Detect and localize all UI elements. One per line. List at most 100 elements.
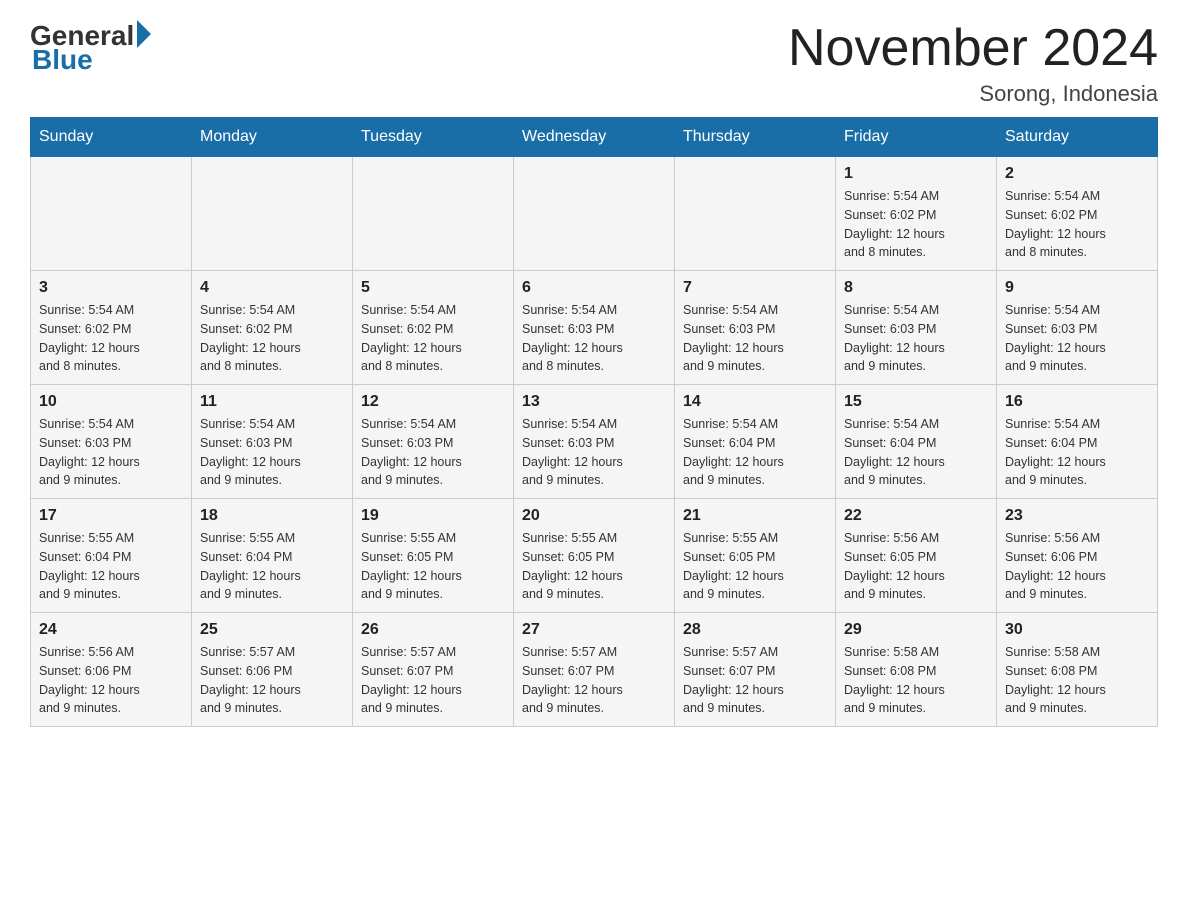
- day-info: Sunrise: 5:58 AM Sunset: 6:08 PM Dayligh…: [844, 643, 988, 718]
- day-info: Sunrise: 5:55 AM Sunset: 6:04 PM Dayligh…: [200, 529, 344, 604]
- day-number: 14: [683, 393, 827, 411]
- calendar-table: Sunday Monday Tuesday Wednesday Thursday…: [30, 117, 1158, 727]
- col-tuesday: Tuesday: [353, 118, 514, 157]
- day-info: Sunrise: 5:54 AM Sunset: 6:03 PM Dayligh…: [361, 415, 505, 490]
- table-row: 29Sunrise: 5:58 AM Sunset: 6:08 PM Dayli…: [836, 613, 997, 727]
- table-row: 30 Sunrise: 5:58 AM Sunset: 6:08 PM Dayli…: [997, 613, 1158, 727]
- day-number: 18: [200, 507, 344, 525]
- day-number: 4: [200, 279, 344, 297]
- month-year-title: November 2024: [788, 20, 1158, 77]
- page-header: General Blue November 2024 Sorong, Indon…: [30, 20, 1158, 107]
- table-row: [514, 157, 675, 271]
- day-number: 7: [683, 279, 827, 297]
- day-number: 6: [522, 279, 666, 297]
- table-row: 23 Sunrise: 5:56 AM Sunset: 6:06 PM Dayli…: [997, 499, 1158, 613]
- table-row: 8 Sunrise: 5:54 AM Sunset: 6:03 PM Daylig…: [836, 271, 997, 385]
- table-row: 14 Sunrise: 5:54 AM Sunset: 6:04 PM Dayli…: [675, 385, 836, 499]
- calendar-week-row: 1 Sunrise: 5:54 AM Sunset: 6:02 PM Daylig…: [31, 157, 1158, 271]
- day-number: 3: [39, 279, 183, 297]
- table-row: 10Sunrise: 5:54 AM Sunset: 6:03 PM Dayli…: [31, 385, 192, 499]
- table-row: 16 Sunrise: 5:54 AM Sunset: 6:04 PM Dayli…: [997, 385, 1158, 499]
- logo-blue-text: Blue: [30, 44, 93, 76]
- table-row: 5Sunrise: 5:54 AM Sunset: 6:02 PM Daylig…: [353, 271, 514, 385]
- day-number: 20: [522, 507, 666, 525]
- day-number: 16: [1005, 393, 1149, 411]
- col-wednesday: Wednesday: [514, 118, 675, 157]
- table-row: 9 Sunrise: 5:54 AM Sunset: 6:03 PM Daylig…: [997, 271, 1158, 385]
- day-number: 24: [39, 621, 183, 639]
- title-section: November 2024 Sorong, Indonesia: [788, 20, 1158, 107]
- day-info: Sunrise: 5:55 AM Sunset: 6:05 PM Dayligh…: [522, 529, 666, 604]
- day-number: 15: [844, 393, 988, 411]
- day-number: 26: [361, 621, 505, 639]
- table-row: 15Sunrise: 5:54 AM Sunset: 6:04 PM Dayli…: [836, 385, 997, 499]
- table-row: 1 Sunrise: 5:54 AM Sunset: 6:02 PM Daylig…: [836, 157, 997, 271]
- table-row: 26 Sunrise: 5:57 AM Sunset: 6:07 PM Dayli…: [353, 613, 514, 727]
- table-row: 3 Sunrise: 5:54 AM Sunset: 6:02 PM Daylig…: [31, 271, 192, 385]
- table-row: 20 Sunrise: 5:55 AM Sunset: 6:05 PM Dayli…: [514, 499, 675, 613]
- day-info: Sunrise: 5:54 AM Sunset: 6:04 PM Dayligh…: [683, 415, 827, 490]
- table-row: 6 Sunrise: 5:54 AM Sunset: 6:03 PM Daylig…: [514, 271, 675, 385]
- day-info: Sunrise: 5:54 AM Sunset: 6:02 PM Dayligh…: [200, 301, 344, 376]
- table-row: [675, 157, 836, 271]
- logo: General Blue: [30, 20, 151, 76]
- day-info: Sunrise: 5:57 AM Sunset: 6:06 PM Dayligh…: [200, 643, 344, 718]
- table-row: 17 Sunrise: 5:55 AM Sunset: 6:04 PM Dayli…: [31, 499, 192, 613]
- col-friday: Friday: [836, 118, 997, 157]
- location-subtitle: Sorong, Indonesia: [788, 81, 1158, 107]
- table-row: 27 Sunrise: 5:57 AM Sunset: 6:07 PM Dayli…: [514, 613, 675, 727]
- day-number: 17: [39, 507, 183, 525]
- day-number: 30: [1005, 621, 1149, 639]
- table-row: 25 Sunrise: 5:57 AM Sunset: 6:06 PM Dayli…: [192, 613, 353, 727]
- table-row: 4 Sunrise: 5:54 AM Sunset: 6:02 PM Daylig…: [192, 271, 353, 385]
- day-number: 2: [1005, 165, 1149, 183]
- day-info: Sunrise: 5:56 AM Sunset: 6:06 PM Dayligh…: [39, 643, 183, 718]
- day-info: Sunrise: 5:54 AM Sunset: 6:03 PM Dayligh…: [200, 415, 344, 490]
- table-row: 2 Sunrise: 5:54 AM Sunset: 6:02 PM Daylig…: [997, 157, 1158, 271]
- day-number: 9: [1005, 279, 1149, 297]
- calendar-week-row: 3 Sunrise: 5:54 AM Sunset: 6:02 PM Daylig…: [31, 271, 1158, 385]
- day-info: Sunrise: 5:54 AM Sunset: 6:02 PM Dayligh…: [361, 301, 505, 376]
- calendar-header-row: Sunday Monday Tuesday Wednesday Thursday…: [31, 118, 1158, 157]
- table-row: 13 Sunrise: 5:54 AM Sunset: 6:03 PM Dayli…: [514, 385, 675, 499]
- calendar-week-row: 17 Sunrise: 5:55 AM Sunset: 6:04 PM Dayli…: [31, 499, 1158, 613]
- day-info: Sunrise: 5:54 AM Sunset: 6:03 PM Dayligh…: [522, 301, 666, 376]
- col-saturday: Saturday: [997, 118, 1158, 157]
- day-number: 8: [844, 279, 988, 297]
- table-row: 12 Sunrise: 5:54 AM Sunset: 6:03 PM Dayli…: [353, 385, 514, 499]
- day-number: 25: [200, 621, 344, 639]
- day-info: Sunrise: 5:55 AM Sunset: 6:04 PM Dayligh…: [39, 529, 183, 604]
- day-info: Sunrise: 5:57 AM Sunset: 6:07 PM Dayligh…: [361, 643, 505, 718]
- day-info: Sunrise: 5:56 AM Sunset: 6:05 PM Dayligh…: [844, 529, 988, 604]
- day-info: Sunrise: 5:57 AM Sunset: 6:07 PM Dayligh…: [683, 643, 827, 718]
- day-info: Sunrise: 5:56 AM Sunset: 6:06 PM Dayligh…: [1005, 529, 1149, 604]
- table-row: 28Sunrise: 5:57 AM Sunset: 6:07 PM Dayli…: [675, 613, 836, 727]
- day-info: Sunrise: 5:54 AM Sunset: 6:04 PM Dayligh…: [1005, 415, 1149, 490]
- calendar-week-row: 24 Sunrise: 5:56 AM Sunset: 6:06 PM Dayli…: [31, 613, 1158, 727]
- table-row: 7Sunrise: 5:54 AM Sunset: 6:03 PM Daylig…: [675, 271, 836, 385]
- table-row: 22Sunrise: 5:56 AM Sunset: 6:05 PM Dayli…: [836, 499, 997, 613]
- col-monday: Monday: [192, 118, 353, 157]
- table-row: [31, 157, 192, 271]
- day-number: 27: [522, 621, 666, 639]
- day-number: 12: [361, 393, 505, 411]
- day-info: Sunrise: 5:55 AM Sunset: 6:05 PM Dayligh…: [361, 529, 505, 604]
- table-row: 19Sunrise: 5:55 AM Sunset: 6:05 PM Dayli…: [353, 499, 514, 613]
- col-thursday: Thursday: [675, 118, 836, 157]
- col-sunday: Sunday: [31, 118, 192, 157]
- day-number: 23: [1005, 507, 1149, 525]
- day-info: Sunrise: 5:54 AM Sunset: 6:03 PM Dayligh…: [522, 415, 666, 490]
- day-info: Sunrise: 5:54 AM Sunset: 6:03 PM Dayligh…: [844, 301, 988, 376]
- day-number: 21: [683, 507, 827, 525]
- day-info: Sunrise: 5:54 AM Sunset: 6:02 PM Dayligh…: [1005, 187, 1149, 262]
- day-number: 10: [39, 393, 183, 411]
- day-info: Sunrise: 5:54 AM Sunset: 6:03 PM Dayligh…: [1005, 301, 1149, 376]
- day-number: 1: [844, 165, 988, 183]
- table-row: 11Sunrise: 5:54 AM Sunset: 6:03 PM Dayli…: [192, 385, 353, 499]
- logo-arrow-icon: [137, 20, 151, 48]
- day-info: Sunrise: 5:54 AM Sunset: 6:02 PM Dayligh…: [39, 301, 183, 376]
- day-info: Sunrise: 5:57 AM Sunset: 6:07 PM Dayligh…: [522, 643, 666, 718]
- day-info: Sunrise: 5:58 AM Sunset: 6:08 PM Dayligh…: [1005, 643, 1149, 718]
- day-info: Sunrise: 5:54 AM Sunset: 6:02 PM Dayligh…: [844, 187, 988, 262]
- day-number: 13: [522, 393, 666, 411]
